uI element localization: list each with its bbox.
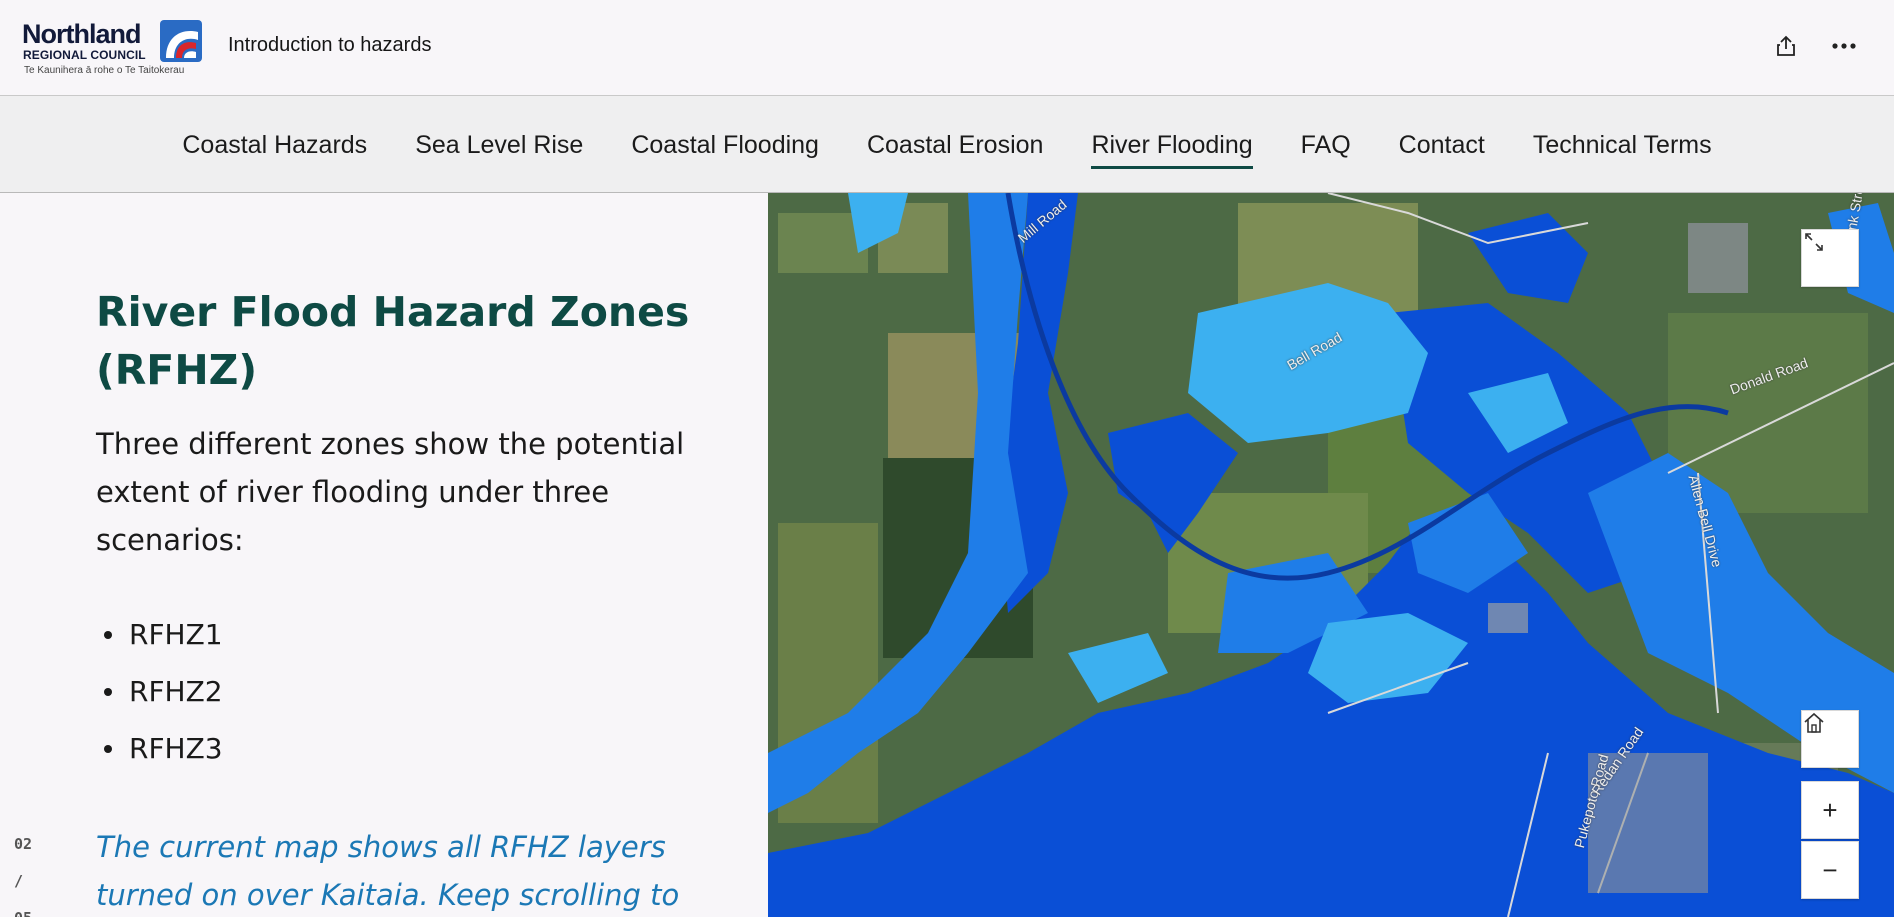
nav-item-contact[interactable]: Contact: [1375, 125, 1509, 165]
more-options-button[interactable]: [1828, 30, 1860, 62]
list-item: RFHZ3: [96, 720, 223, 777]
zoom-out-button[interactable]: −: [1801, 841, 1859, 899]
list-item: RFHZ2: [96, 663, 223, 720]
logo-word: Northland: [22, 19, 141, 49]
share-button[interactable]: [1770, 30, 1802, 62]
section-paragraph: Three different zones show the potential…: [96, 427, 685, 557]
logo-maori-text: Te Kaunihera ā rohe o Te Taitokerau: [24, 65, 185, 76]
flood-map[interactable]: Bell Road Donald Road Allen Bell Drive P…: [768, 193, 1894, 917]
nav-item-coastal-erosion[interactable]: Coastal Erosion: [843, 125, 1067, 165]
nav-item-coastal-flooding[interactable]: Coastal Flooding: [607, 125, 843, 165]
flood-map-imagery: [768, 193, 1894, 917]
share-icon: [1777, 35, 1795, 56]
nav-item-technical-terms[interactable]: Technical Terms: [1509, 125, 1736, 165]
rfhz-list: RFHZ1 RFHZ2 RFHZ3: [96, 606, 223, 777]
story-title: Introduction to hazards: [228, 34, 432, 56]
nav-item-river-flooding[interactable]: River Flooding: [1067, 125, 1276, 169]
logo-subtitle: REGIONAL COUNCIL: [23, 48, 146, 62]
narrative-panel[interactable]: River Flood Hazard Zones (RFHZ) Three di…: [0, 193, 768, 917]
counter-current: 02: [14, 835, 33, 853]
story-header: Northland REGIONAL COUNCIL Te Kaunihera …: [0, 0, 1894, 96]
home-extent-button[interactable]: [1801, 710, 1859, 768]
expand-icon: [1805, 233, 1823, 251]
expand-map-button[interactable]: [1801, 229, 1859, 287]
nav-item-faq[interactable]: FAQ: [1277, 125, 1375, 165]
section-navigation: Coastal Hazards Sea Level Rise Coastal F…: [0, 96, 1894, 193]
list-item: RFHZ1: [96, 606, 223, 663]
nav-item-coastal-hazards[interactable]: Coastal Hazards: [158, 125, 391, 165]
northland-regional-council-logo[interactable]: Northland REGIONAL COUNCIL Te Kaunihera …: [22, 18, 207, 78]
nav-item-sea-level-rise[interactable]: Sea Level Rise: [391, 125, 607, 165]
zoom-in-button[interactable]: +: [1801, 781, 1859, 839]
nav-items: Coastal Hazards Sea Level Rise Coastal F…: [0, 96, 1894, 193]
logo-wave-icon: [160, 20, 202, 62]
more-horizontal-icon: [1832, 43, 1856, 49]
counter-separator: /: [14, 872, 24, 890]
counter-total: 05: [14, 900, 32, 917]
slide-counter: 02 / 05: [14, 826, 32, 917]
map-note: The current map shows all RFHZ layers tu…: [96, 830, 680, 912]
section-heading: River Flood Hazard Zones (RFHZ): [96, 288, 690, 394]
home-icon: [1804, 712, 1824, 733]
